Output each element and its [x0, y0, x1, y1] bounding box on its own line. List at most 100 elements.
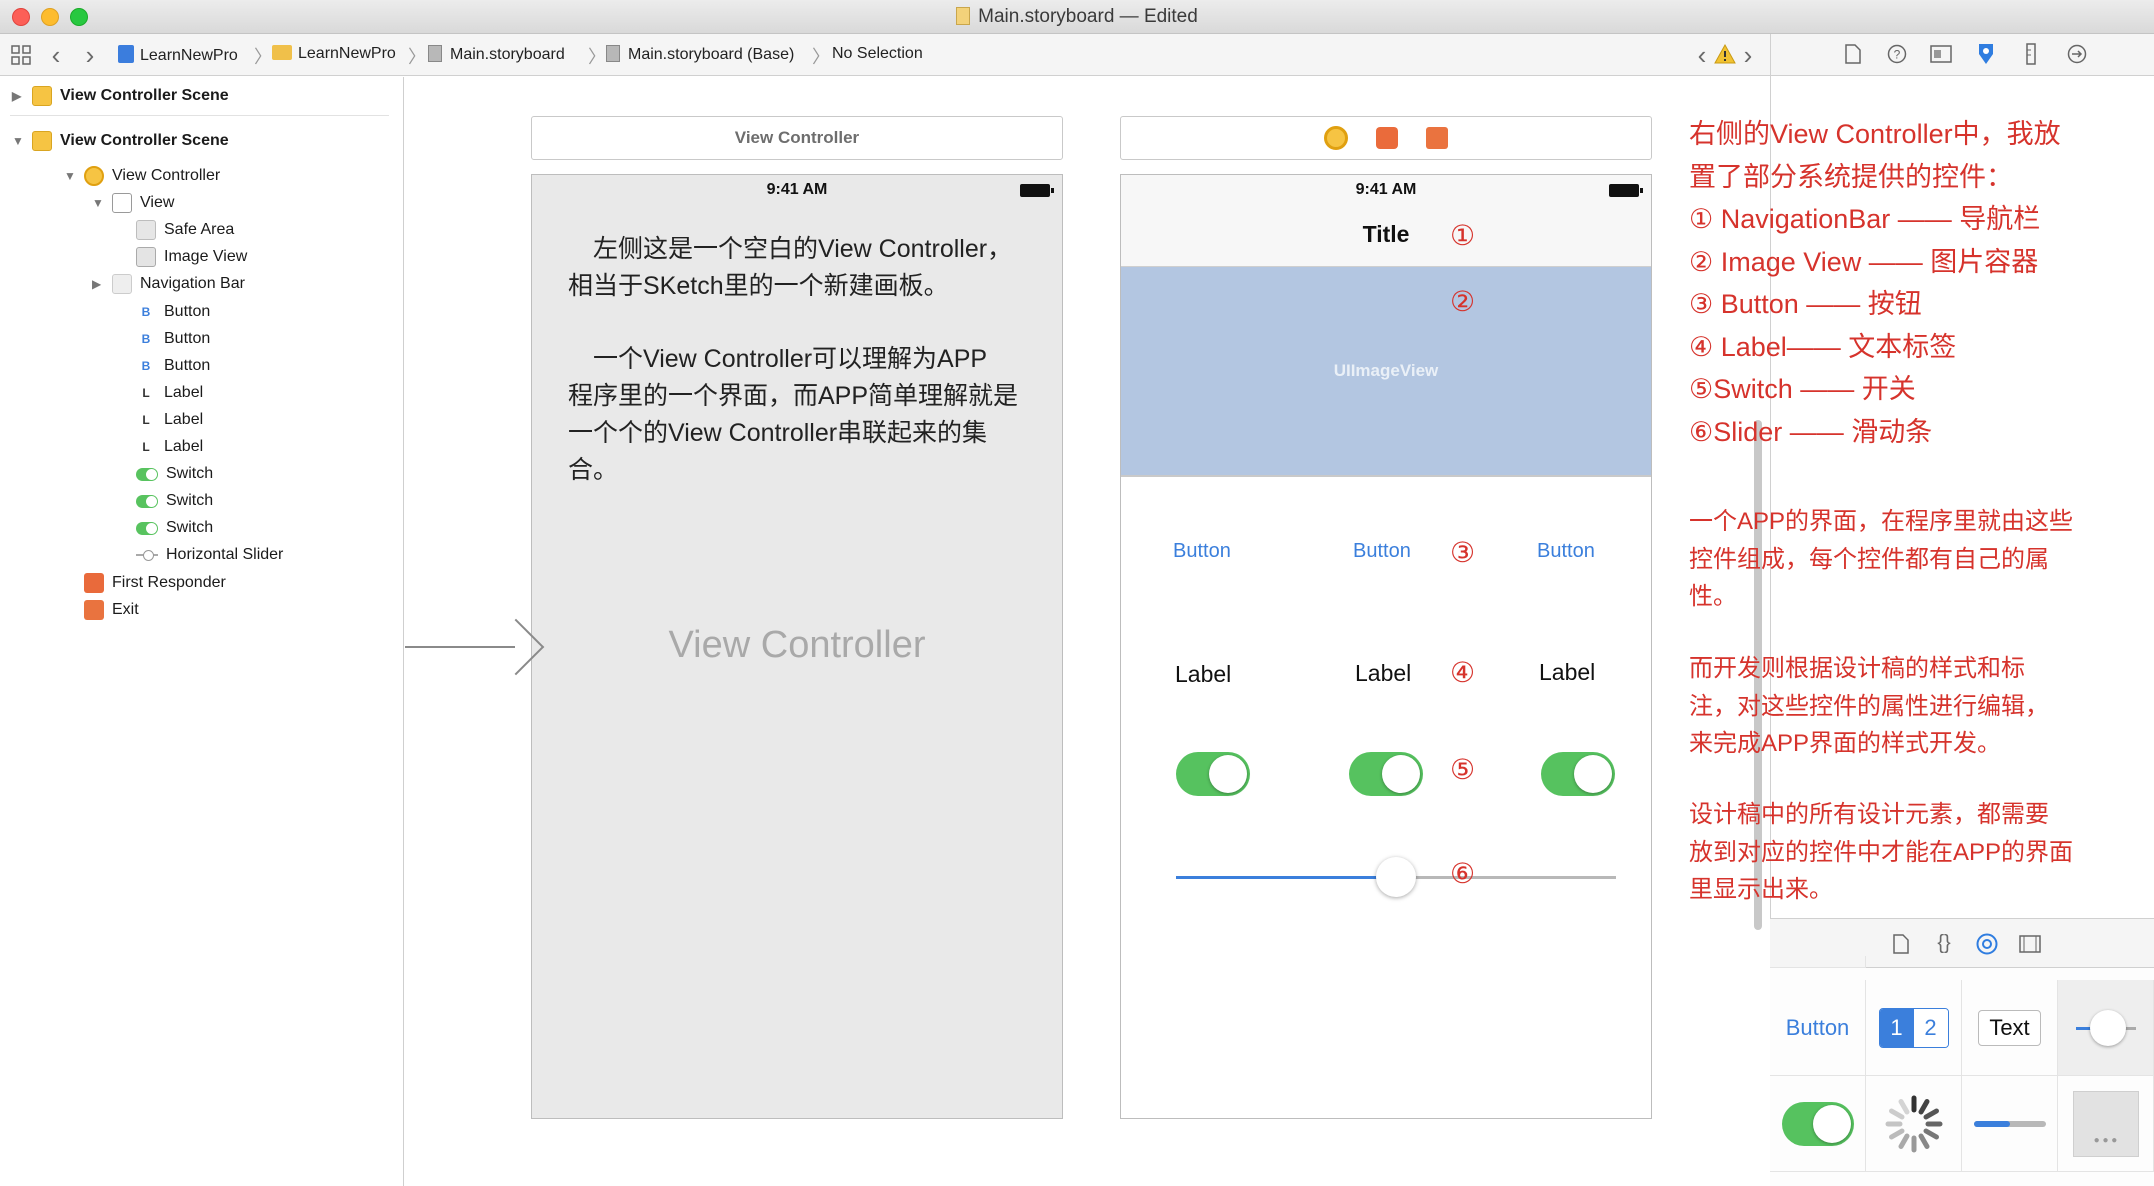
- outline-item[interactable]: Horizontal Slider: [116, 542, 283, 568]
- exit-dock-icon[interactable]: [1426, 127, 1448, 149]
- left-paragraph-1-line: 左侧这是一个空白的View Controller，: [568, 235, 1013, 263]
- label-icon: L: [142, 385, 150, 400]
- warning-icon[interactable]: [1714, 43, 1736, 65]
- switch-knob: [1209, 755, 1247, 793]
- annotation-line: 置了部分系统提供的控件：: [1689, 161, 2013, 192]
- outline-scene-label: View Controller Scene: [60, 132, 229, 149]
- library-progress-view[interactable]: [1962, 1076, 2058, 1172]
- outline-item[interactable]: B Button: [116, 299, 211, 325]
- disclosure-expanded-icon[interactable]: ▼: [92, 196, 106, 210]
- outline-item[interactable]: Safe Area: [116, 217, 234, 243]
- related-items-icon[interactable]: [10, 44, 32, 66]
- outline-item[interactable]: Exit: [64, 597, 139, 623]
- crumb-project[interactable]: LearnNewPro: [118, 45, 238, 65]
- left-paragraph-1: 左侧这是一个空白的View Controller， 相当于SKetch里的一个新…: [568, 231, 1048, 305]
- outline-item[interactable]: First Responder: [64, 570, 226, 596]
- next-issue-icon[interactable]: ›: [1740, 40, 1756, 70]
- outline-item-label: Label: [164, 410, 204, 428]
- outline-item[interactable]: B Button: [116, 353, 211, 379]
- annotation-line: ④ Label—— 文本标签: [1689, 331, 1957, 362]
- switch-2[interactable]: [1349, 752, 1423, 796]
- annotation-line: 控件组成，每个控件都有自己的属: [1689, 545, 2049, 573]
- outline-item-label: Exit: [112, 600, 139, 618]
- switch-icon: [136, 494, 158, 508]
- annotation-line: ② Image View —— 图片容器: [1689, 246, 2039, 277]
- annotation-paragraph-1: 一个APP的界面，在程序里就由这些 控件组成，每个控件都有自己的属 性。: [1689, 503, 2073, 616]
- annotation-line: 来完成APP界面的样式开发。: [1689, 730, 2002, 757]
- scene-dock-right[interactable]: [1120, 116, 1652, 160]
- outline-item-label: Button: [164, 329, 211, 347]
- media-library-icon[interactable]: [2018, 933, 2042, 955]
- outline-scene-label: View Controller Scene: [60, 87, 229, 104]
- crumb-group[interactable]: LearnNewPro: [272, 45, 396, 63]
- outline-item[interactable]: Switch: [116, 515, 213, 541]
- disclosure-expanded-icon[interactable]: ▼: [12, 134, 26, 148]
- library-button[interactable]: Button: [1770, 980, 1866, 1076]
- outline-item[interactable]: L Label: [116, 434, 203, 460]
- outline-item-label: View: [140, 194, 175, 212]
- library-slider[interactable]: [2058, 980, 2154, 1076]
- button-2[interactable]: Button: [1353, 540, 1411, 563]
- crumb-storyboard-base[interactable]: Main.storyboard (Base): [606, 45, 794, 64]
- activity-indicator-icon: [1885, 1095, 1942, 1152]
- view-controller-right[interactable]: 9:41 AM Title ① ② UIImageView Button But…: [1120, 174, 1652, 1119]
- outline-item[interactable]: ▶ Navigation Bar: [92, 271, 245, 297]
- outline-divider: [10, 115, 389, 116]
- previous-issue-icon[interactable]: ‹: [1694, 40, 1710, 70]
- horizontal-slider[interactable]: [1176, 857, 1616, 897]
- storyboard-icon: [428, 45, 442, 62]
- forward-chevron-icon[interactable]: ›: [80, 40, 100, 70]
- view-controller-left[interactable]: 9:41 AM 左侧这是一个空白的View Controller， 相当于SKe…: [531, 174, 1063, 1119]
- library-text-field[interactable]: Text: [1962, 980, 2058, 1076]
- navigation-bar[interactable]: Title ①: [1121, 205, 1651, 267]
- outline-item-label: Label: [164, 438, 204, 455]
- outline-item[interactable]: L Label: [116, 407, 203, 433]
- library-page-control[interactable]: ● ● ●: [2058, 1076, 2154, 1172]
- outline-item[interactable]: B Button: [116, 326, 211, 352]
- status-bar: 9:41 AM: [1121, 175, 1651, 205]
- disclosure-expanded-icon[interactable]: ▼: [64, 169, 78, 183]
- storyboard-canvas[interactable]: View Controller 9:41 AM 左侧这是一个空白的View Co…: [405, 77, 1770, 1186]
- outline-scene-1[interactable]: ▶ View Controller Scene: [12, 83, 229, 109]
- exit-icon: [84, 599, 104, 620]
- button-icon: B: [141, 304, 151, 319]
- battery-icon: [1609, 184, 1643, 197]
- scene-dock-title: View Controller: [734, 128, 860, 147]
- view-controller-icon: [84, 166, 104, 186]
- crumb-selection[interactable]: No Selection: [832, 45, 923, 63]
- outline-item-label: First Responder: [112, 573, 226, 591]
- button-3[interactable]: Button: [1537, 540, 1595, 563]
- outline-item[interactable]: ▼ View: [92, 190, 174, 216]
- outline-item-label: Button: [164, 356, 211, 374]
- annotation-line: 注，对这些控件的属性进行编辑，: [1689, 692, 2049, 720]
- outline-item[interactable]: Switch: [116, 461, 213, 487]
- view-controller-dock-icon[interactable]: [1324, 126, 1348, 150]
- library-switch[interactable]: [1770, 1076, 1866, 1172]
- switch-1[interactable]: [1176, 752, 1250, 796]
- file-template-icon[interactable]: [1890, 933, 1912, 955]
- code-snippet-icon[interactable]: {}: [1932, 931, 1956, 955]
- button-icon: B: [141, 358, 151, 373]
- slider-fill: [1176, 876, 1396, 879]
- storyboard-icon: [606, 45, 620, 62]
- object-library-icon[interactable]: [1975, 932, 1999, 956]
- disclosure-collapsed-icon[interactable]: ▶: [92, 277, 106, 291]
- outline-item[interactable]: Image View: [116, 244, 247, 270]
- crumb-storyboard-label: Main.storyboard: [450, 46, 565, 63]
- crumb-storyboard[interactable]: Main.storyboard: [428, 45, 565, 64]
- scene-dock-left[interactable]: View Controller: [531, 116, 1063, 160]
- outline-item[interactable]: Switch: [116, 488, 213, 514]
- slider-thumb[interactable]: [1376, 857, 1416, 897]
- button-1[interactable]: Button: [1173, 540, 1231, 563]
- image-view[interactable]: ② UIImageView: [1121, 267, 1651, 477]
- library-segmented-control[interactable]: 12: [1866, 980, 1962, 1076]
- back-chevron-icon[interactable]: ‹: [46, 40, 66, 70]
- switch-3[interactable]: [1541, 752, 1615, 796]
- status-bar: 9:41 AM: [532, 175, 1062, 205]
- outline-item[interactable]: ▼ View Controller: [64, 163, 220, 189]
- library-activity-indicator[interactable]: [1866, 1076, 1962, 1172]
- first-responder-dock-icon[interactable]: [1376, 127, 1398, 149]
- outline-scene-2[interactable]: ▼ View Controller Scene: [12, 128, 229, 154]
- outline-item[interactable]: L Label: [116, 380, 203, 406]
- disclosure-collapsed-icon[interactable]: ▶: [12, 89, 26, 103]
